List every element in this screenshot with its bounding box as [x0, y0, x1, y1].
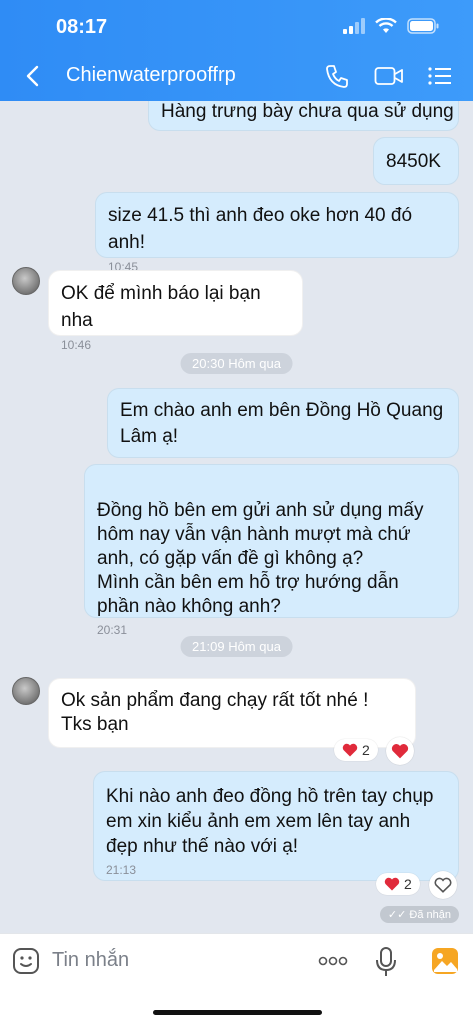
message-outgoing[interactable]: 8450K — [373, 137, 459, 185]
message-text: Hàng trưng bày chưa qua sử dụng — [161, 101, 454, 122]
message-input[interactable]: Tin nhắn — [52, 949, 129, 972]
reaction-summary[interactable]: 2 — [334, 739, 378, 761]
message-time: 20:31 — [97, 623, 128, 637]
message-text: OK để mình báo lại bạn nha — [61, 283, 261, 331]
message-time: 10:46 — [61, 338, 92, 352]
wifi-icon — [375, 18, 397, 33]
message-outgoing[interactable]: Đồng hồ bên em gửi anh sử dụng mấy hôm n… — [84, 464, 459, 637]
chat-title[interactable]: Chienwaterprooffrp — [66, 64, 236, 87]
chat-header: 08:17 Chienwaterprooffrp — [0, 0, 473, 101]
image-icon[interactable] — [431, 947, 459, 975]
avatar[interactable] — [12, 677, 40, 705]
reaction-count: 2 — [362, 742, 370, 758]
message-outgoing[interactable]: Khi nào anh đeo đồng hồ trên tay chụp em… — [93, 771, 459, 881]
message-text: Khi nào anh đeo đồng hồ trên tay chụp em… — [106, 786, 434, 857]
heart-icon — [391, 744, 409, 759]
avatar[interactable] — [12, 267, 40, 295]
sticker-icon[interactable] — [12, 947, 40, 975]
double-check-icon: ✓✓ — [387, 909, 407, 921]
react-button[interactable] — [429, 871, 457, 899]
message-outgoing[interactable]: Em chào anh em bên Đồng Hồ Quang Lâm ạ! — [107, 388, 459, 458]
reaction-count: 2 — [404, 876, 412, 892]
message-text: Đồng hồ bên em gửi anh sử dụng mấy hôm n… — [97, 500, 424, 617]
message-text: size 41.5 thì anh đeo oke hơn 40 đó anh! — [108, 205, 413, 253]
react-button[interactable] — [386, 737, 414, 765]
heart-outline-icon — [434, 877, 452, 893]
microphone-icon[interactable] — [375, 946, 397, 978]
message-text: Ok sản phẩm đang chạy rất tốt nhé ! Tks … — [61, 690, 369, 735]
heart-icon — [342, 743, 358, 757]
status-icons — [343, 18, 439, 34]
delivery-status-label: Đã nhận — [409, 909, 451, 921]
reaction-summary[interactable]: 2 — [376, 873, 420, 895]
message-text: 8450K — [386, 151, 441, 172]
signal-icon — [343, 18, 365, 34]
heart-icon — [384, 877, 400, 891]
menu-list-icon[interactable] — [427, 63, 453, 89]
message-outgoing[interactable]: size 41.5 thì anh đeo oke hơn 40 đó anh!… — [95, 192, 459, 274]
time-separator: 21:09 Hôm qua — [180, 636, 293, 657]
back-arrow-icon[interactable] — [22, 62, 46, 90]
message-incoming[interactable]: OK để mình báo lại bạn nha 10:46 — [48, 270, 303, 352]
message-outgoing[interactable]: Hàng trưng bày chưa qua sử dụng — [148, 101, 459, 131]
more-dots-icon[interactable] — [318, 956, 348, 966]
status-time: 08:17 — [56, 16, 108, 38]
battery-icon — [407, 18, 439, 34]
home-indicator — [153, 1010, 322, 1015]
title-row: Chienwaterprooffrp — [0, 60, 473, 94]
video-call-icon[interactable] — [374, 63, 404, 89]
time-separator: 20:30 Hôm qua — [180, 353, 293, 374]
message-text: Em chào anh em bên Đồng Hồ Quang Lâm ạ! — [120, 400, 444, 447]
phone-icon[interactable] — [324, 63, 350, 89]
delivery-status: ✓✓ Đã nhận — [379, 906, 459, 923]
message-incoming[interactable]: Ok sản phẩm đang chạy rất tốt nhé ! Tks … — [48, 678, 416, 748]
message-list[interactable]: Hàng trưng bày chưa qua sử dụng 8450K si… — [0, 101, 473, 933]
